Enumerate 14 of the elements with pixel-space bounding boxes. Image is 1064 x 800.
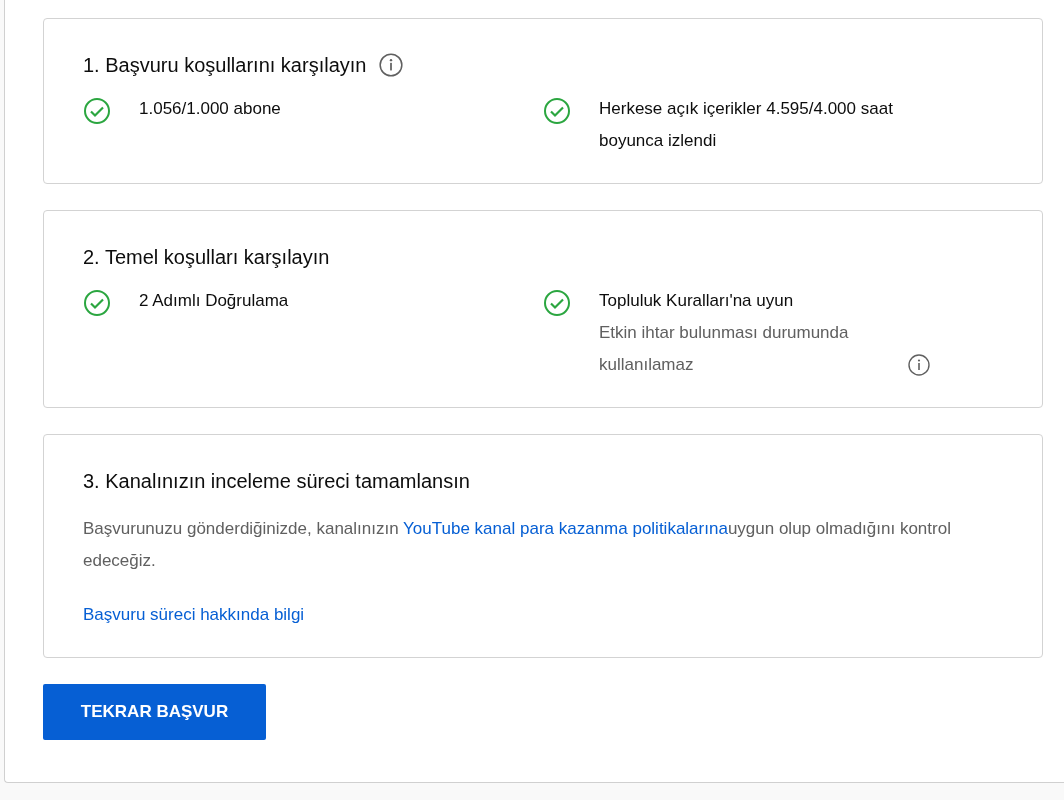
help-link[interactable]: Başvuru süreci hakkında bilgi bbox=[83, 605, 305, 624]
section-title: 1. Başvuru koşullarını karşılayın bbox=[83, 53, 367, 78]
policy-link[interactable]: YouTube kanal para kazanma politikalarına bbox=[403, 519, 728, 538]
section-title: 3. Kanalınızın inceleme süreci tamamlansın bbox=[83, 469, 470, 494]
apply-again-button[interactable]: TEKRAR BAŞVUR bbox=[43, 684, 266, 740]
requirement-title: 2 Adımlı Doğrulama bbox=[139, 290, 289, 312]
requirement-title: Herkese açık içerikler 4.595/4.000 saat boyunca izlendi bbox=[599, 98, 894, 152]
requirement-description: Etkin ihtar bulunması durumunda kullanılamaz bbox=[599, 322, 850, 376]
requirement-title: Topluluk Kuralları'na uyun bbox=[599, 290, 795, 312]
description-text: Başvurunuzu gönderdiğinizde, kanalınızın YouTube kanal para kazanma politikalarınauygun olup olmadığını kontrol edeceğiz. bbox=[83, 518, 952, 572]
info-icon[interactable] bbox=[907, 353, 931, 377]
info-icon[interactable] bbox=[378, 52, 405, 78]
requirement-title: 1.056/1.000 abone bbox=[139, 98, 281, 120]
section-title: 2. Temel koşulları karşılayın bbox=[83, 245, 330, 270]
